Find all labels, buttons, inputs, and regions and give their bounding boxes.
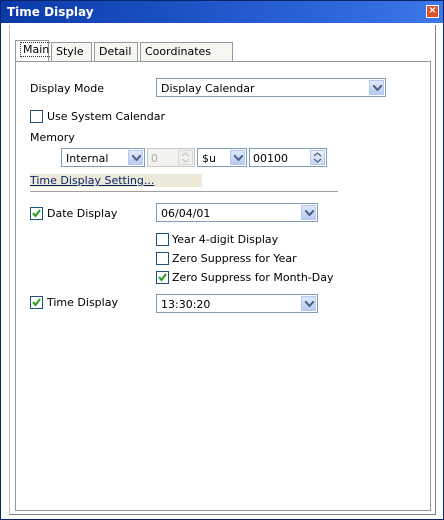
window-title: Time Display	[7, 5, 94, 19]
date-display-checkbox[interactable]	[30, 207, 43, 220]
date-format-value: 06/04/01	[161, 207, 211, 220]
memory-address-value: 00100	[253, 152, 288, 165]
close-icon: ×	[428, 5, 437, 16]
date-display-label: Date Display	[47, 207, 118, 220]
tab-main-label: Main	[20, 42, 53, 57]
year-4-digit-checkbox[interactable]	[156, 233, 169, 246]
use-system-calendar-checkbox[interactable]	[30, 110, 43, 123]
memory-index-stepper[interactable]: 0	[147, 148, 195, 167]
memory-type-value: Internal	[66, 152, 109, 165]
spin-arrows-icon	[310, 150, 325, 165]
close-button[interactable]: ×	[426, 5, 439, 18]
display-mode-value: Display Calendar	[161, 82, 255, 95]
memory-address-stepper[interactable]: 00100	[249, 148, 327, 167]
use-system-calendar-label: Use System Calendar	[47, 110, 166, 123]
tab-style-label: Style	[56, 45, 84, 58]
chevron-down-icon	[369, 80, 384, 95]
chevron-down-icon	[301, 296, 316, 311]
spin-arrows-icon	[178, 150, 193, 165]
memory-device-value: $u	[202, 152, 216, 165]
tab-detail-label: Detail	[99, 45, 132, 58]
tab-coordinates-label: Coordinates	[145, 45, 212, 58]
display-mode-select[interactable]: Display Calendar	[156, 78, 386, 97]
zero-suppress-year-label: Zero Suppress for Year	[172, 252, 297, 265]
chevron-down-icon	[301, 205, 316, 220]
check-icon	[32, 298, 41, 307]
memory-device-select[interactable]: $u	[197, 148, 247, 167]
zero-suppress-year-checkbox[interactable]	[156, 252, 169, 265]
chevron-down-icon	[128, 150, 143, 165]
tab-style[interactable]: Style	[51, 42, 92, 61]
memory-type-select[interactable]: Internal	[61, 148, 145, 167]
tab-coordinates[interactable]: Coordinates	[140, 42, 233, 61]
time-display-checkbox[interactable]	[30, 296, 43, 309]
time-display-setting-link[interactable]: Time Display Setting...	[30, 174, 154, 187]
display-mode-label: Display Mode	[30, 82, 105, 95]
tab-main[interactable]: Main	[15, 40, 53, 61]
section-divider	[30, 191, 338, 192]
zero-suppress-month-day-label: Zero Suppress for Month-Day	[172, 271, 334, 284]
tab-body-main	[15, 61, 431, 511]
time-format-select[interactable]: 13:30:20	[156, 294, 318, 313]
tab-detail[interactable]: Detail	[94, 42, 138, 61]
date-format-select[interactable]: 06/04/01	[156, 203, 318, 222]
time-display-label: Time Display	[47, 296, 118, 309]
time-display-window: Time Display × Main Style Detail Coordin…	[0, 0, 444, 520]
zero-suppress-month-day-checkbox[interactable]	[156, 271, 169, 284]
chevron-down-icon	[230, 150, 245, 165]
check-icon	[158, 273, 167, 282]
check-icon	[32, 209, 41, 218]
memory-label: Memory	[30, 131, 75, 144]
year-4-digit-label: Year 4-digit Display	[172, 233, 279, 246]
memory-index-value: 0	[151, 152, 158, 165]
time-format-value: 13:30:20	[161, 298, 211, 311]
title-bar: Time Display ×	[1, 1, 443, 23]
